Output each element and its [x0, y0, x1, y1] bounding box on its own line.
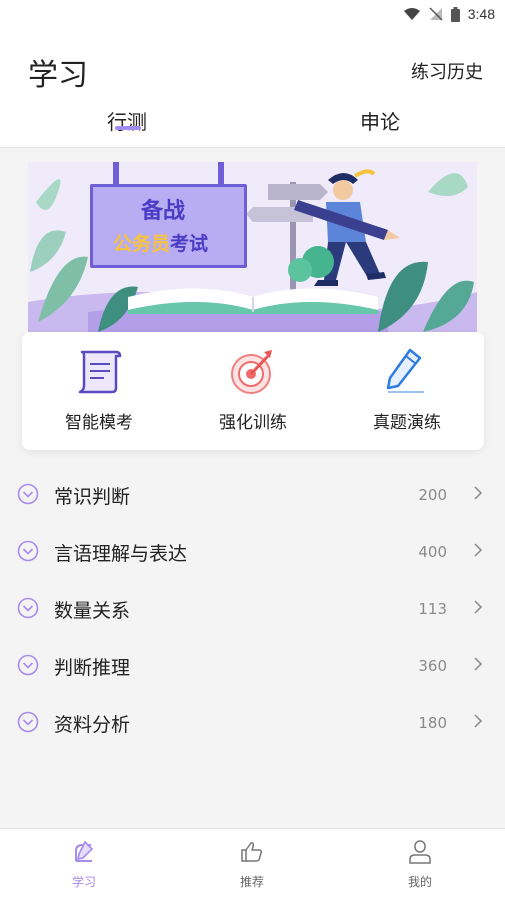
expand-circle-icon: [17, 540, 39, 562]
page-title: 学习: [28, 58, 88, 93]
category-row-quantitative-relations[interactable]: 数量关系 113: [0, 582, 505, 639]
header: 学习 练习历史 行测 申论: [0, 28, 505, 148]
quick-action-real-exam[interactable]: 真题演练: [330, 332, 484, 450]
category-row-judgment-reasoning[interactable]: 判断推理 360: [0, 639, 505, 696]
quick-action-label: 真题演练: [373, 413, 441, 433]
category-name: 言语理解与表达: [54, 543, 188, 565]
battery-icon: [450, 6, 460, 22]
expand-circle-icon: [17, 654, 39, 676]
active-tab-indicator: [115, 126, 141, 130]
pencil-icon: [386, 348, 424, 393]
expand-circle-icon: [17, 711, 39, 733]
wifi-icon: [403, 8, 420, 20]
tab-shenlun[interactable]: 申论: [360, 106, 400, 135]
bottom-nav: 学习 推荐 我的: [0, 828, 505, 900]
document-scroll-icon: [78, 350, 122, 394]
category-name: 判断推理: [54, 657, 131, 679]
nav-item-recommend[interactable]: 推荐: [168, 829, 336, 900]
category-row-verbal-comprehension[interactable]: 言语理解与表达 400: [0, 525, 505, 582]
nav-item-profile[interactable]: 我的: [336, 829, 504, 900]
category-name: 数量关系: [54, 600, 131, 622]
quick-actions-card: 智能模考 强化训练 真题演练: [22, 332, 484, 450]
category-count: 200: [418, 486, 447, 504]
nav-label: 学习: [71, 875, 96, 889]
category-name: 资料分析: [54, 714, 131, 736]
chevron-right-icon: [474, 600, 483, 614]
nav-item-study[interactable]: 学习: [0, 829, 168, 900]
chevron-right-icon: [474, 543, 483, 557]
status-time: 3:48: [467, 6, 495, 22]
expand-circle-icon: [17, 483, 39, 505]
expand-circle-icon: [17, 597, 39, 619]
quick-action-label: 强化训练: [219, 413, 287, 433]
category-name: 常识判断: [54, 486, 131, 508]
category-row-general-knowledge[interactable]: 常识判断 200: [0, 468, 505, 525]
nav-label: 推荐: [239, 875, 264, 889]
status-bar: 3:48: [0, 0, 505, 28]
banner-headline: 备战: [141, 199, 186, 224]
quick-action-intensive-training[interactable]: 强化训练: [176, 332, 330, 450]
status-icons: 3:48: [403, 4, 495, 24]
tab-xingce[interactable]: 行测: [107, 106, 147, 135]
chevron-right-icon: [474, 657, 483, 671]
category-row-data-analysis[interactable]: 资料分析 180: [0, 696, 505, 753]
category-count: 113: [418, 600, 447, 618]
chevron-right-icon: [474, 714, 483, 728]
profile-icon: [409, 840, 431, 864]
chevron-right-icon: [474, 486, 483, 500]
quick-action-label: 智能模考: [65, 413, 133, 433]
banner-subheadline-accent: 公务员: [113, 233, 171, 255]
promo-banner[interactable]: 备战 公务员考试: [28, 162, 477, 332]
banner-subheadline-rest: 考试: [170, 233, 209, 255]
thumbs-up-icon: [241, 842, 263, 862]
category-count: 180: [418, 714, 447, 732]
banner-sign: 备战 公务员考试: [90, 184, 247, 268]
target-arrow-icon: [231, 350, 272, 394]
category-count: 360: [418, 657, 447, 675]
study-icon: [75, 840, 94, 862]
nav-label: 我的: [407, 875, 432, 889]
quick-action-mock-exam[interactable]: 智能模考: [22, 332, 176, 450]
no-signal-icon: [429, 7, 443, 21]
banner-subheadline: 公务员考试: [113, 229, 208, 256]
practice-history-link[interactable]: 练习历史: [411, 58, 483, 84]
category-count: 400: [418, 543, 447, 561]
